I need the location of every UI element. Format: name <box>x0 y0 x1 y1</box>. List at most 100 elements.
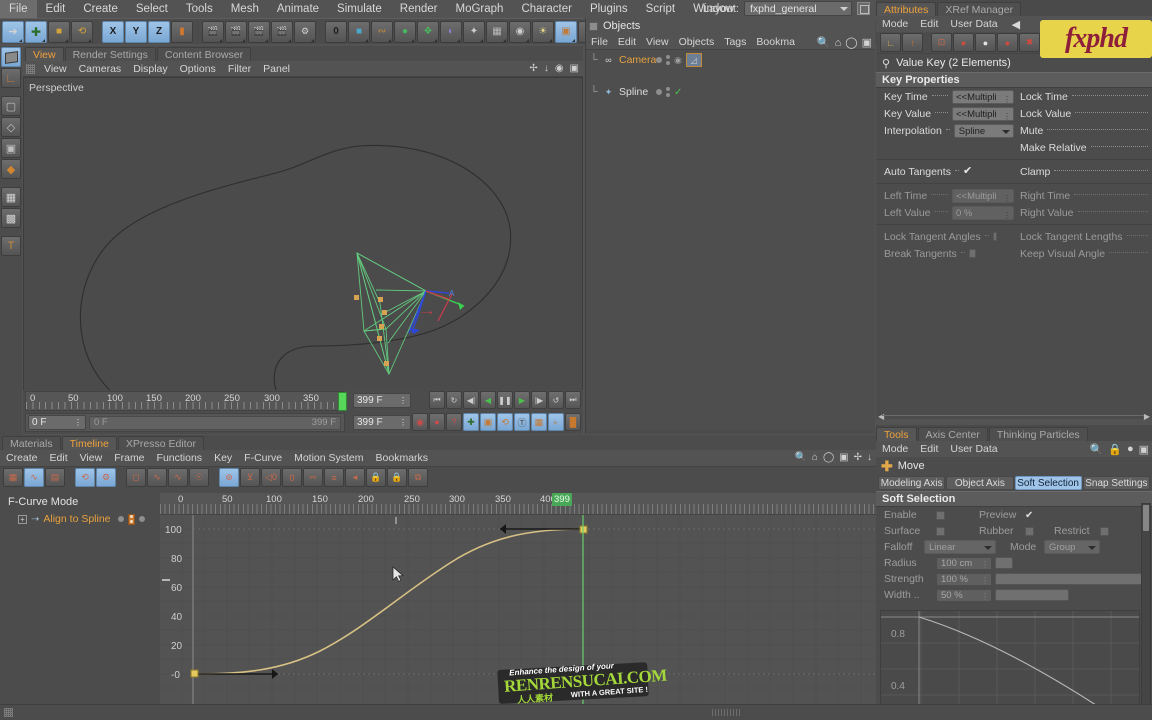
search-icon[interactable]: 🔍 <box>817 36 831 49</box>
segment-snap-settings[interactable]: Snap Settings <box>1082 476 1150 490</box>
zero-angle-tangents-button[interactable]: ◁0 <box>261 468 281 487</box>
timeline-playhead[interactable] <box>338 392 347 411</box>
keyframe-selection-button[interactable]: ? <box>446 413 462 431</box>
animation-mode-button[interactable]: ▸ <box>548 413 564 431</box>
rotate-tool-button[interactable]: ⟲ <box>71 20 93 43</box>
object-row-spline[interactable]: └ ✦ Spline ✓ <box>586 84 875 100</box>
tools-menu-mode[interactable]: Mode <box>876 443 914 455</box>
key-value-field[interactable]: <<Multipli ⋮ <box>952 106 1014 121</box>
menu-mesh[interactable]: Mesh <box>222 0 268 18</box>
strength-slider[interactable] <box>995 573 1143 585</box>
grip-icon[interactable] <box>4 708 13 717</box>
move-tool-button[interactable]: ✚ <box>25 20 47 43</box>
object-visibility-dots[interactable]: ◉ ◿ <box>656 53 702 67</box>
light-object-button[interactable]: ☀ <box>532 20 554 43</box>
key-delete-button[interactable]: ✖ <box>1019 33 1040 52</box>
step-interpolation-button[interactable]: ◂ <box>345 468 365 487</box>
step-back-button[interactable]: ◀| <box>463 391 479 409</box>
menu-mograph[interactable]: MoGraph <box>447 0 513 18</box>
fcurve-current-frame-badge[interactable]: 399 <box>552 493 572 506</box>
tab-attributes[interactable]: Attributes <box>876 2 937 16</box>
tl-menu-create[interactable]: Create <box>0 452 44 464</box>
render-settings-button[interactable]: ⚙ <box>294 20 316 43</box>
tab-xpresso-editor[interactable]: XPresso Editor <box>117 436 204 450</box>
document-end-field[interactable]: 399 F ⋮ <box>353 415 411 430</box>
radius-field[interactable]: 100 cm ⋮ <box>936 556 992 570</box>
zero-length-tangents-button[interactable]: ⊻ <box>240 468 260 487</box>
motion-mode-button[interactable]: ▤ <box>45 468 65 487</box>
y-axis-lock-button[interactable]: Y <box>125 20 147 43</box>
menu-tools[interactable]: Tools <box>177 0 222 18</box>
layer-dot[interactable]: ◉ <box>674 55 682 66</box>
collapse-left-icon[interactable]: ◀ <box>878 412 884 421</box>
loop-button[interactable]: ↻ <box>446 391 462 409</box>
fcurve-mode-button[interactable]: ∿ <box>24 468 44 487</box>
auto-tangents-toolbar-button[interactable]: ⊛ <box>219 468 239 487</box>
loop-mode-button[interactable]: ↺ <box>548 391 564 409</box>
timeline-range-slider[interactable]: 0 F 399 F <box>89 415 341 430</box>
timeline-ruler[interactable]: 0 50 100 150 200 250 300 350 <box>25 391 347 411</box>
obj-menu-bookmarks[interactable]: Bookma <box>751 36 800 48</box>
tab-xref-manager[interactable]: XRef Manager <box>937 2 1022 16</box>
spinner-icon[interactable]: ⋮ <box>981 591 989 603</box>
enable-axis-button[interactable]: ▦ <box>1 187 21 207</box>
show-animated-button[interactable]: ◻ <box>126 468 146 487</box>
go-to-start-button[interactable]: ⏮ <box>429 391 445 409</box>
tab-timeline[interactable]: Timeline <box>61 436 117 450</box>
viewport-menu-filter[interactable]: Filter <box>222 63 257 75</box>
absolute-coords-icon-button[interactable]: ∟ <box>880 33 901 52</box>
object-tree-list[interactable]: └ ∞ Camera ◉ ◿ └ ✦ Spline ✓ <box>586 50 875 430</box>
viewport-menu-view[interactable]: View <box>38 63 73 75</box>
environment-button[interactable]: ▦ <box>486 20 508 43</box>
viewport-menu-cameras[interactable]: Cameras <box>73 63 128 75</box>
pin-icon[interactable]: ● <box>1127 443 1134 456</box>
texture-mode-button[interactable]: ◆ <box>1 159 21 179</box>
object-visibility-dots[interactable]: ✓ <box>656 87 682 98</box>
menu-plugins[interactable]: Plugins <box>581 0 637 18</box>
tl-menu-functions[interactable]: Functions <box>151 452 209 464</box>
relative-coords-icon-button[interactable]: ↑ <box>902 33 923 52</box>
model-mode-button[interactable] <box>1 47 21 67</box>
segment-soft-selection[interactable]: Soft Selection <box>1014 476 1082 490</box>
record-toggle-button[interactable]: █ <box>565 413 581 431</box>
search-icon[interactable]: 🔍 <box>1090 443 1104 456</box>
editor-render-dots[interactable] <box>666 87 670 97</box>
ellipse-icon[interactable]: ◯ <box>823 452 834 463</box>
attr-menu-user-data[interactable]: User Data <box>944 18 1003 30</box>
world-object-axis-button[interactable]: ▮ <box>171 20 193 43</box>
viewport-menu-panel[interactable]: Panel <box>257 63 296 75</box>
obj-menu-view[interactable]: View <box>641 36 674 48</box>
play-backwards-button[interactable]: ◀ <box>480 391 496 409</box>
maximize-view-icon[interactable]: ▣ <box>570 63 579 74</box>
z-axis-lock-button[interactable]: Z <box>148 20 170 43</box>
tools-menu-user-data[interactable]: User Data <box>944 443 1003 455</box>
fcurve-ruler[interactable]: 0 50 100 150 200 250 300 350 400 399 <box>160 493 876 515</box>
obj-menu-objects[interactable]: Objects <box>674 36 720 48</box>
move-view-icon[interactable]: ✢ <box>529 63 537 74</box>
home-icon[interactable]: ⌂ <box>835 37 842 49</box>
segment-modeling-axis[interactable]: Modeling Axis <box>878 476 946 490</box>
menu-select[interactable]: Select <box>127 0 177 18</box>
width-slider[interactable] <box>995 589 1069 601</box>
tl-menu-key[interactable]: Key <box>208 452 238 464</box>
render-queue-button[interactable]: 🎬 <box>271 20 293 43</box>
spline-primitive-button[interactable]: ∾ <box>371 20 393 43</box>
texture-axis-button[interactable]: T <box>1 236 21 256</box>
deformer-button[interactable]: ◐ <box>440 20 462 43</box>
falloff-mode-dropdown[interactable]: Group <box>1044 540 1100 554</box>
x-axis-lock-button[interactable]: X <box>102 20 124 43</box>
rotate-view-icon[interactable]: ◉ <box>555 63 564 74</box>
key-white-button[interactable]: ● <box>975 33 996 52</box>
fcurve-graph[interactable]: 0 50 100 150 200 250 300 350 400 399 100… <box>160 493 876 720</box>
tab-tools[interactable]: Tools <box>876 427 917 441</box>
obj-menu-edit[interactable]: Edit <box>613 36 641 48</box>
show-curves-button[interactable]: ∿ <box>147 468 167 487</box>
track-lock-dot[interactable] <box>139 516 145 522</box>
rotation-key-button[interactable]: ⟲ <box>497 413 513 431</box>
spinner-icon[interactable]: ⋮ <box>981 575 989 587</box>
scale-tool-button[interactable]: ■ <box>48 20 70 43</box>
tl-menu-frame[interactable]: Frame <box>108 452 150 464</box>
track-enable-dot[interactable] <box>118 516 124 522</box>
menu-edit[interactable]: Edit <box>37 0 75 18</box>
dope-sheet-mode-button[interactable]: ▦ <box>3 468 23 487</box>
